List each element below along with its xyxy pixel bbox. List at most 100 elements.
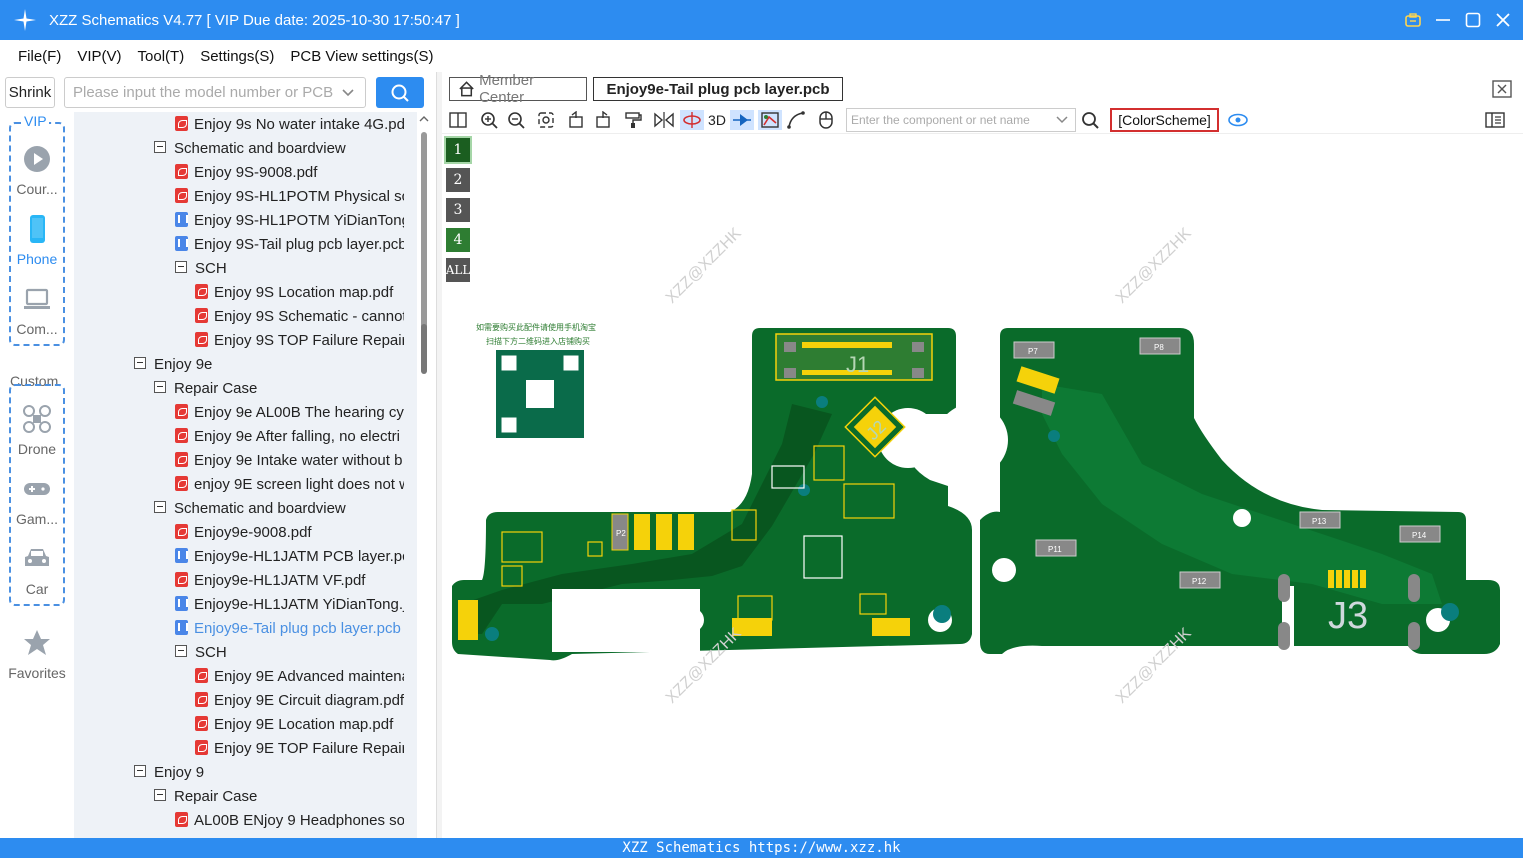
three-d-button[interactable]: 3D: [706, 110, 728, 130]
tree-item-label: SCH: [195, 644, 227, 661]
scroll-up-icon[interactable]: [419, 114, 429, 124]
rail-item-courses[interactable]: Cour...: [0, 144, 74, 197]
maximize-button[interactable]: [1463, 10, 1483, 30]
tree-scrollbar[interactable]: [417, 112, 431, 838]
show-traces-icon[interactable]: [758, 110, 782, 130]
side-panel-toggle-icon[interactable]: [1485, 110, 1505, 130]
menu-settings[interactable]: Settings(S): [200, 48, 274, 65]
minimize-button[interactable]: [1433, 10, 1453, 30]
pcb-canvas[interactable]: 1 2 3 4 ALL J1 J2 P2 P7 P8 P11 P12 P13 P…: [442, 134, 1523, 838]
scrollbar-thumb[interactable]: [421, 132, 427, 354]
pcb-file-icon: [175, 235, 188, 251]
tab-active-file[interactable]: Enjoy9e-Tail plug pcb layer.pcb: [593, 77, 843, 101]
chevron-down-icon[interactable]: [1055, 114, 1069, 126]
mouse-mode-icon[interactable]: [816, 110, 836, 130]
collapse-icon[interactable]: [134, 765, 146, 778]
tree-file[interactable]: Enjoy 9e AL00B The hearing cyl: [175, 401, 404, 425]
tree-file[interactable]: Enjoy9e-HL1JATM YiDianTong.j: [175, 593, 404, 617]
tree-file[interactable]: Enjoy 9s No water intake 4G.pdf: [175, 113, 404, 137]
zoom-out-icon[interactable]: [506, 110, 526, 130]
label-p8: P8: [1154, 343, 1164, 352]
tree-file[interactable]: Enjoy 9E TOP Failure Repair I: [195, 737, 404, 761]
tab-member-center[interactable]: Member Center: [449, 72, 587, 106]
tab-bar: Member Center Enjoy9e-Tail plug pcb laye…: [442, 72, 1523, 106]
tree-file[interactable]: Enjoy 9S-Tail plug pcb layer.pcb: [175, 233, 404, 257]
component-search-input[interactable]: Enter the component or net name: [846, 108, 1076, 132]
tree-item-label: Enjoy 9S-Tail plug pcb layer.pcb: [194, 236, 404, 253]
chevron-down-icon[interactable]: [341, 84, 355, 102]
visibility-eye-icon[interactable]: [1228, 110, 1248, 130]
model-search-input[interactable]: Please input the model number or PCB: [64, 77, 366, 108]
tree-folder[interactable]: Repair Case: [154, 377, 404, 401]
tree-file[interactable]: Enjoy 9S Location map.pdf: [195, 281, 404, 305]
mirror-icon[interactable]: [654, 110, 674, 130]
model-search-placeholder: Please input the model number or PCB: [73, 84, 334, 101]
split-view-icon[interactable]: [448, 110, 468, 130]
collapse-icon[interactable]: [154, 501, 166, 514]
highlight-net-icon[interactable]: [730, 110, 754, 130]
menu-vip[interactable]: VIP(V): [77, 48, 121, 65]
zoom-in-icon[interactable]: [479, 110, 499, 130]
tree-file[interactable]: enjoy 9E screen light does not w: [175, 473, 404, 497]
tree-item-label: Repair Case: [174, 380, 258, 397]
tree-file[interactable]: Enjoy 9E Location map.pdf: [195, 713, 404, 737]
tree-file[interactable]: AL00B ENjoy 9 Headphones sou: [175, 809, 404, 833]
collapse-icon[interactable]: [175, 261, 187, 274]
collapse-icon[interactable]: [154, 789, 166, 802]
pdf-file-icon: [195, 715, 208, 731]
menu-pcb-view-settings[interactable]: PCB View settings(S): [290, 48, 433, 65]
tree-file[interactable]: Enjoy 9S-9008.pdf: [175, 161, 404, 185]
tree-folder[interactable]: Schematic and boardview: [154, 497, 404, 521]
tree-file[interactable]: Enjoy9e-HL1JATM PCB layer.pcl: [175, 545, 404, 569]
flip-board-icon[interactable]: [680, 110, 704, 130]
rail-item-favorites[interactable]: Favorites: [0, 628, 74, 681]
component-search-icon[interactable]: [1080, 110, 1100, 130]
tree-file[interactable]: Enjoy 9S Schematic - cannot: [195, 305, 404, 329]
fit-view-icon[interactable]: [536, 110, 556, 130]
pdf-file-icon: [195, 739, 208, 755]
tree-folder[interactable]: SCH: [175, 641, 404, 665]
search-button[interactable]: [376, 77, 424, 108]
close-all-tabs-icon[interactable]: [1492, 80, 1512, 98]
shrink-button[interactable]: Shrink: [5, 77, 55, 108]
tree-folder[interactable]: Repair Case: [154, 785, 404, 809]
color-scheme-button[interactable]: [ColorScheme]: [1110, 108, 1219, 132]
tree-file[interactable]: Enjoy 9S TOP Failure Repair: [195, 329, 404, 353]
scrollbar-thumb-active[interactable]: [421, 324, 427, 374]
menu-file[interactable]: File(F): [18, 48, 61, 65]
tree-file[interactable]: Enjoy 9e Intake water without b: [175, 449, 404, 473]
collapse-icon[interactable]: [154, 141, 166, 154]
tree-folder[interactable]: SCH: [175, 257, 404, 281]
tree-file[interactable]: Enjoy 9E Advanced maintena: [195, 665, 404, 689]
menu-bar: File(F) VIP(V) Tool(T) Settings(S) PCB V…: [0, 40, 1523, 72]
tree-file[interactable]: Enjoy 9S-HL1POTM YiDianTong: [175, 209, 404, 233]
rotate-left-icon[interactable]: [566, 110, 586, 130]
rail-item-phone[interactable]: Phone: [0, 214, 74, 267]
close-button[interactable]: [1493, 10, 1513, 30]
tree-file[interactable]: Enjoy9e-HL1JATM VF.pdf: [175, 569, 404, 593]
tree-file[interactable]: Enjoy9e-Tail plug pcb layer.pcb: [175, 617, 404, 641]
rail-item-game[interactable]: Gam...: [0, 474, 74, 527]
rail-item-car[interactable]: Car: [0, 544, 74, 597]
collapse-icon[interactable]: [175, 645, 187, 658]
collapse-icon[interactable]: [154, 381, 166, 394]
rail-item-drone[interactable]: Drone: [0, 404, 74, 457]
menu-tool[interactable]: Tool(T): [138, 48, 185, 65]
tree-file[interactable]: Enjoy 9S-HL1POTM Physical sca: [175, 185, 404, 209]
measure-icon[interactable]: [786, 110, 806, 130]
tree-file[interactable]: Enjoy 9e After falling, no electri: [175, 425, 404, 449]
tree-folder[interactable]: Schematic and boardview: [154, 137, 404, 161]
tree-folder[interactable]: Enjoy 9: [134, 761, 404, 785]
tree-item-label: SCH: [195, 260, 227, 277]
tree-file[interactable]: Enjoy9e-9008.pdf: [175, 521, 404, 545]
pcb-file-icon: [175, 595, 188, 611]
rail-item-computer[interactable]: Com...: [0, 284, 74, 337]
paint-roller-icon[interactable]: [623, 110, 643, 130]
tree-file[interactable]: Enjoy 9E Circuit diagram.pdf: [195, 689, 404, 713]
window-controls: [1403, 0, 1513, 40]
pcb-board-view[interactable]: J1 J2 P2 P7 P8 P11 P12 P13 P14 J3 如需要购买此…: [442, 134, 1523, 838]
collapse-icon[interactable]: [134, 357, 146, 370]
tree-folder[interactable]: Enjoy 9e: [134, 353, 404, 377]
rotate-right-icon[interactable]: [593, 110, 613, 130]
vip-icon[interactable]: [1403, 10, 1423, 30]
